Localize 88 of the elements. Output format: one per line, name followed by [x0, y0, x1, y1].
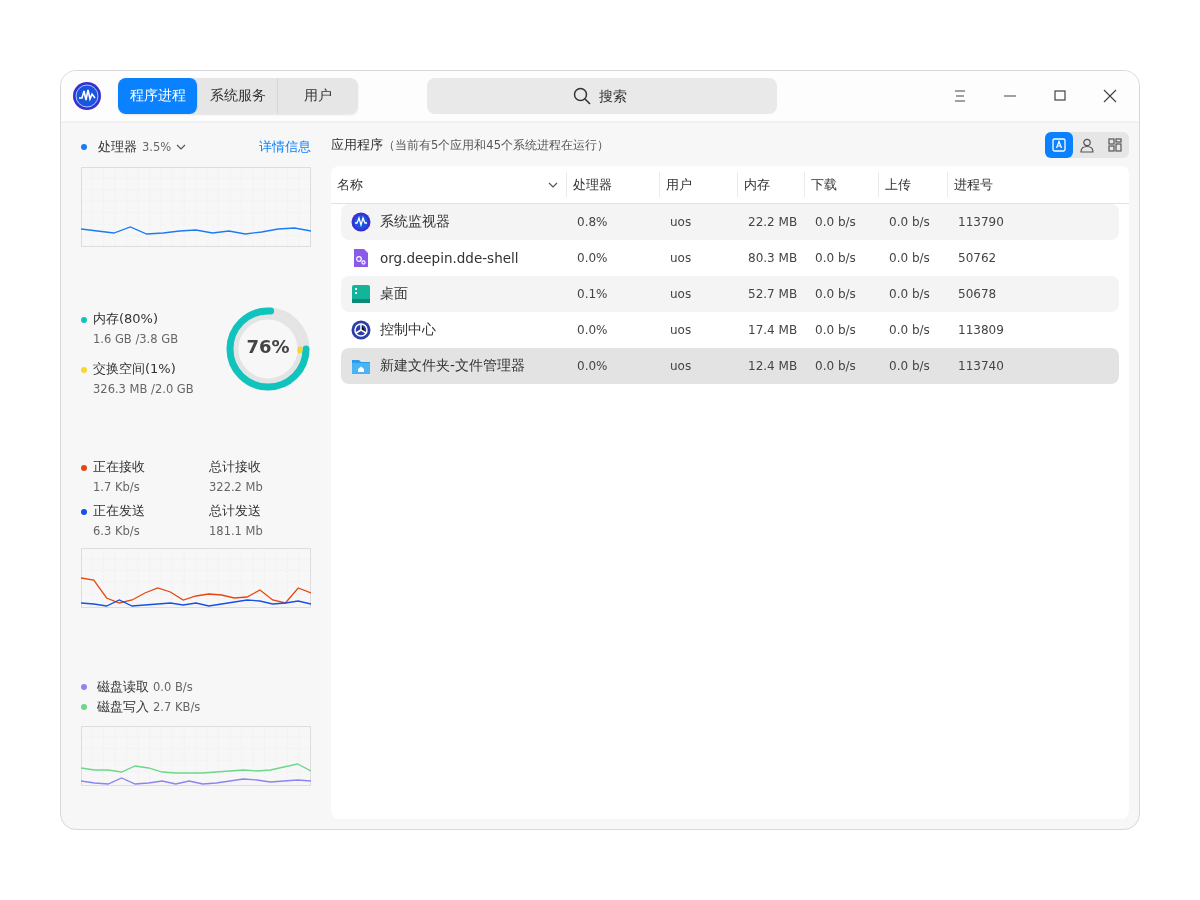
tab[interactable]: 程序进程 — [118, 78, 198, 114]
app-view-button[interactable] — [1045, 132, 1073, 158]
column-header[interactable]: 处理器 — [567, 172, 660, 197]
swap-label: 交换空间(1%) — [93, 360, 177, 378]
process-name: 系统监视器 — [380, 213, 450, 231]
table-cell-text: 50762 — [957, 251, 998, 265]
tab[interactable]: 系统服务 — [198, 78, 278, 114]
app-logo-icon — [72, 81, 102, 111]
search-field[interactable]: 搜索 — [427, 78, 777, 114]
table-cell-text: 113809 — [957, 323, 1005, 337]
table-row[interactable]: org.deepin.dde-shell 0.0% uos 80.3 MB 0.0 b/s 0.0 b/s 50762 — [341, 240, 1119, 276]
table-cell-text: 113790 — [957, 215, 1005, 229]
column-header[interactable]: 内存 — [738, 172, 805, 197]
table-cell-text: 52.7 MB — [747, 287, 799, 301]
search-icon — [573, 87, 591, 105]
column-header[interactable]: 名称 — [331, 172, 567, 197]
disk-rate: 0.0 B/s — [153, 680, 193, 694]
table-cell-text: uos — [669, 323, 693, 337]
chevron-down-icon[interactable] — [548, 180, 558, 189]
table-cell-text: 0.0% — [576, 323, 609, 337]
memory-usage: 1.6 GB /3.8 GB — [93, 332, 179, 346]
table-cell-text: 0.0 b/s — [888, 287, 931, 301]
table-cell-text: uos — [669, 251, 693, 265]
table-cell-text: 80.3 MB — [747, 251, 799, 265]
cpu-value: 3.5% — [142, 140, 172, 154]
disk-label: 磁盘写入 — [97, 698, 149, 716]
table-cell-text: 0.1% — [576, 287, 609, 301]
table-cell-text: uos — [669, 287, 693, 301]
network-rate: 1.7 Kb/s — [93, 480, 141, 494]
disk-label: 磁盘读取 — [97, 678, 149, 696]
document-gear-icon — [351, 248, 371, 268]
network-label: 正在接收 — [93, 458, 145, 476]
grid-icon — [1107, 137, 1123, 153]
table-row[interactable]: 桌面 0.1% uos 52.7 MB 0.0 b/s 0.0 b/s 50678 — [341, 276, 1119, 312]
table-cell-text: 0.0 b/s — [814, 359, 857, 373]
process-name: 新建文件夹-文件管理器 — [380, 357, 525, 375]
table-row[interactable]: 控制中心 0.0% uos 17.4 MB 0.0 b/s 0.0 b/s 113809 — [341, 312, 1119, 348]
table-cell-text: 0.8% — [576, 215, 609, 229]
column-header[interactable]: 上传 — [879, 172, 948, 197]
process-count: （当前有5个应用和45个系统进程在运行） — [383, 137, 609, 153]
memory-label: 内存(80%) — [93, 310, 160, 328]
network-total: 181.1 Mb — [209, 524, 264, 538]
close-icon — [1103, 89, 1117, 103]
table-row[interactable]: 系统监视器 0.8% uos 22.2 MB 0.0 b/s 0.0 b/s 113790 — [341, 204, 1119, 240]
gear-icon — [351, 320, 371, 340]
network-total: 322.2 Mb — [209, 480, 264, 494]
section-title: 应用程序 — [331, 136, 383, 154]
network-total-label: 总计接收 — [209, 458, 262, 476]
table-cell-text: 113740 — [957, 359, 1005, 373]
details-link[interactable]: 详情信息 — [259, 138, 311, 156]
person-icon — [1079, 137, 1095, 153]
network-total-label: 总计发送 — [209, 502, 262, 520]
table-cell-text: 0.0 b/s — [888, 215, 931, 229]
table-cell-text: 0.0 b/s — [888, 251, 931, 265]
table-cell-text: 0.0% — [576, 359, 609, 373]
chevron-down-icon[interactable] — [176, 143, 187, 151]
disk-rate: 2.7 KB/s — [153, 700, 201, 714]
waveform-icon — [351, 212, 371, 232]
table-cell-text: 17.4 MB — [747, 323, 799, 337]
table-cell-text: uos — [669, 215, 693, 229]
network-label: 正在发送 — [93, 502, 145, 520]
process-name: org.deepin.dde-shell — [380, 250, 519, 266]
table-cell-text: 0.0% — [576, 251, 609, 265]
table-cell-text: 0.0 b/s — [888, 323, 931, 337]
cpu-label: 处理器 — [98, 138, 137, 156]
column-header[interactable]: 用户 — [660, 172, 738, 197]
process-name: 控制中心 — [380, 321, 436, 339]
menu-icon — [953, 89, 967, 103]
table-cell-text: uos — [669, 359, 693, 373]
tab[interactable]: 用户 — [278, 78, 358, 114]
letter-a-icon — [1051, 137, 1067, 153]
column-header[interactable]: 进程号 — [948, 172, 1129, 197]
table-cell-text: 0.0 b/s — [814, 251, 857, 265]
table-cell-text: 0.0 b/s — [888, 359, 931, 373]
table-cell-text: 22.2 MB — [747, 215, 799, 229]
swap-usage: 326.3 MB /2.0 GB — [93, 382, 194, 396]
desktop-icon — [351, 284, 371, 304]
table-cell-text: 0.0 b/s — [814, 215, 857, 229]
table-cell-text: 0.0 b/s — [814, 323, 857, 337]
process-name: 桌面 — [380, 285, 408, 303]
table-cell-text: 12.4 MB — [747, 359, 799, 373]
column-header[interactable]: 下载 — [805, 172, 879, 197]
table-cell-text: 50678 — [957, 287, 998, 301]
memory-percent: 76% — [245, 336, 291, 357]
table-cell-text: 0.0 b/s — [814, 287, 857, 301]
maximize-icon — [1053, 89, 1067, 103]
network-rate: 6.3 Kb/s — [93, 524, 141, 538]
table-row[interactable]: 新建文件夹-文件管理器 0.0% uos 12.4 MB 0.0 b/s 0.0 b/s 113740 — [341, 348, 1119, 384]
